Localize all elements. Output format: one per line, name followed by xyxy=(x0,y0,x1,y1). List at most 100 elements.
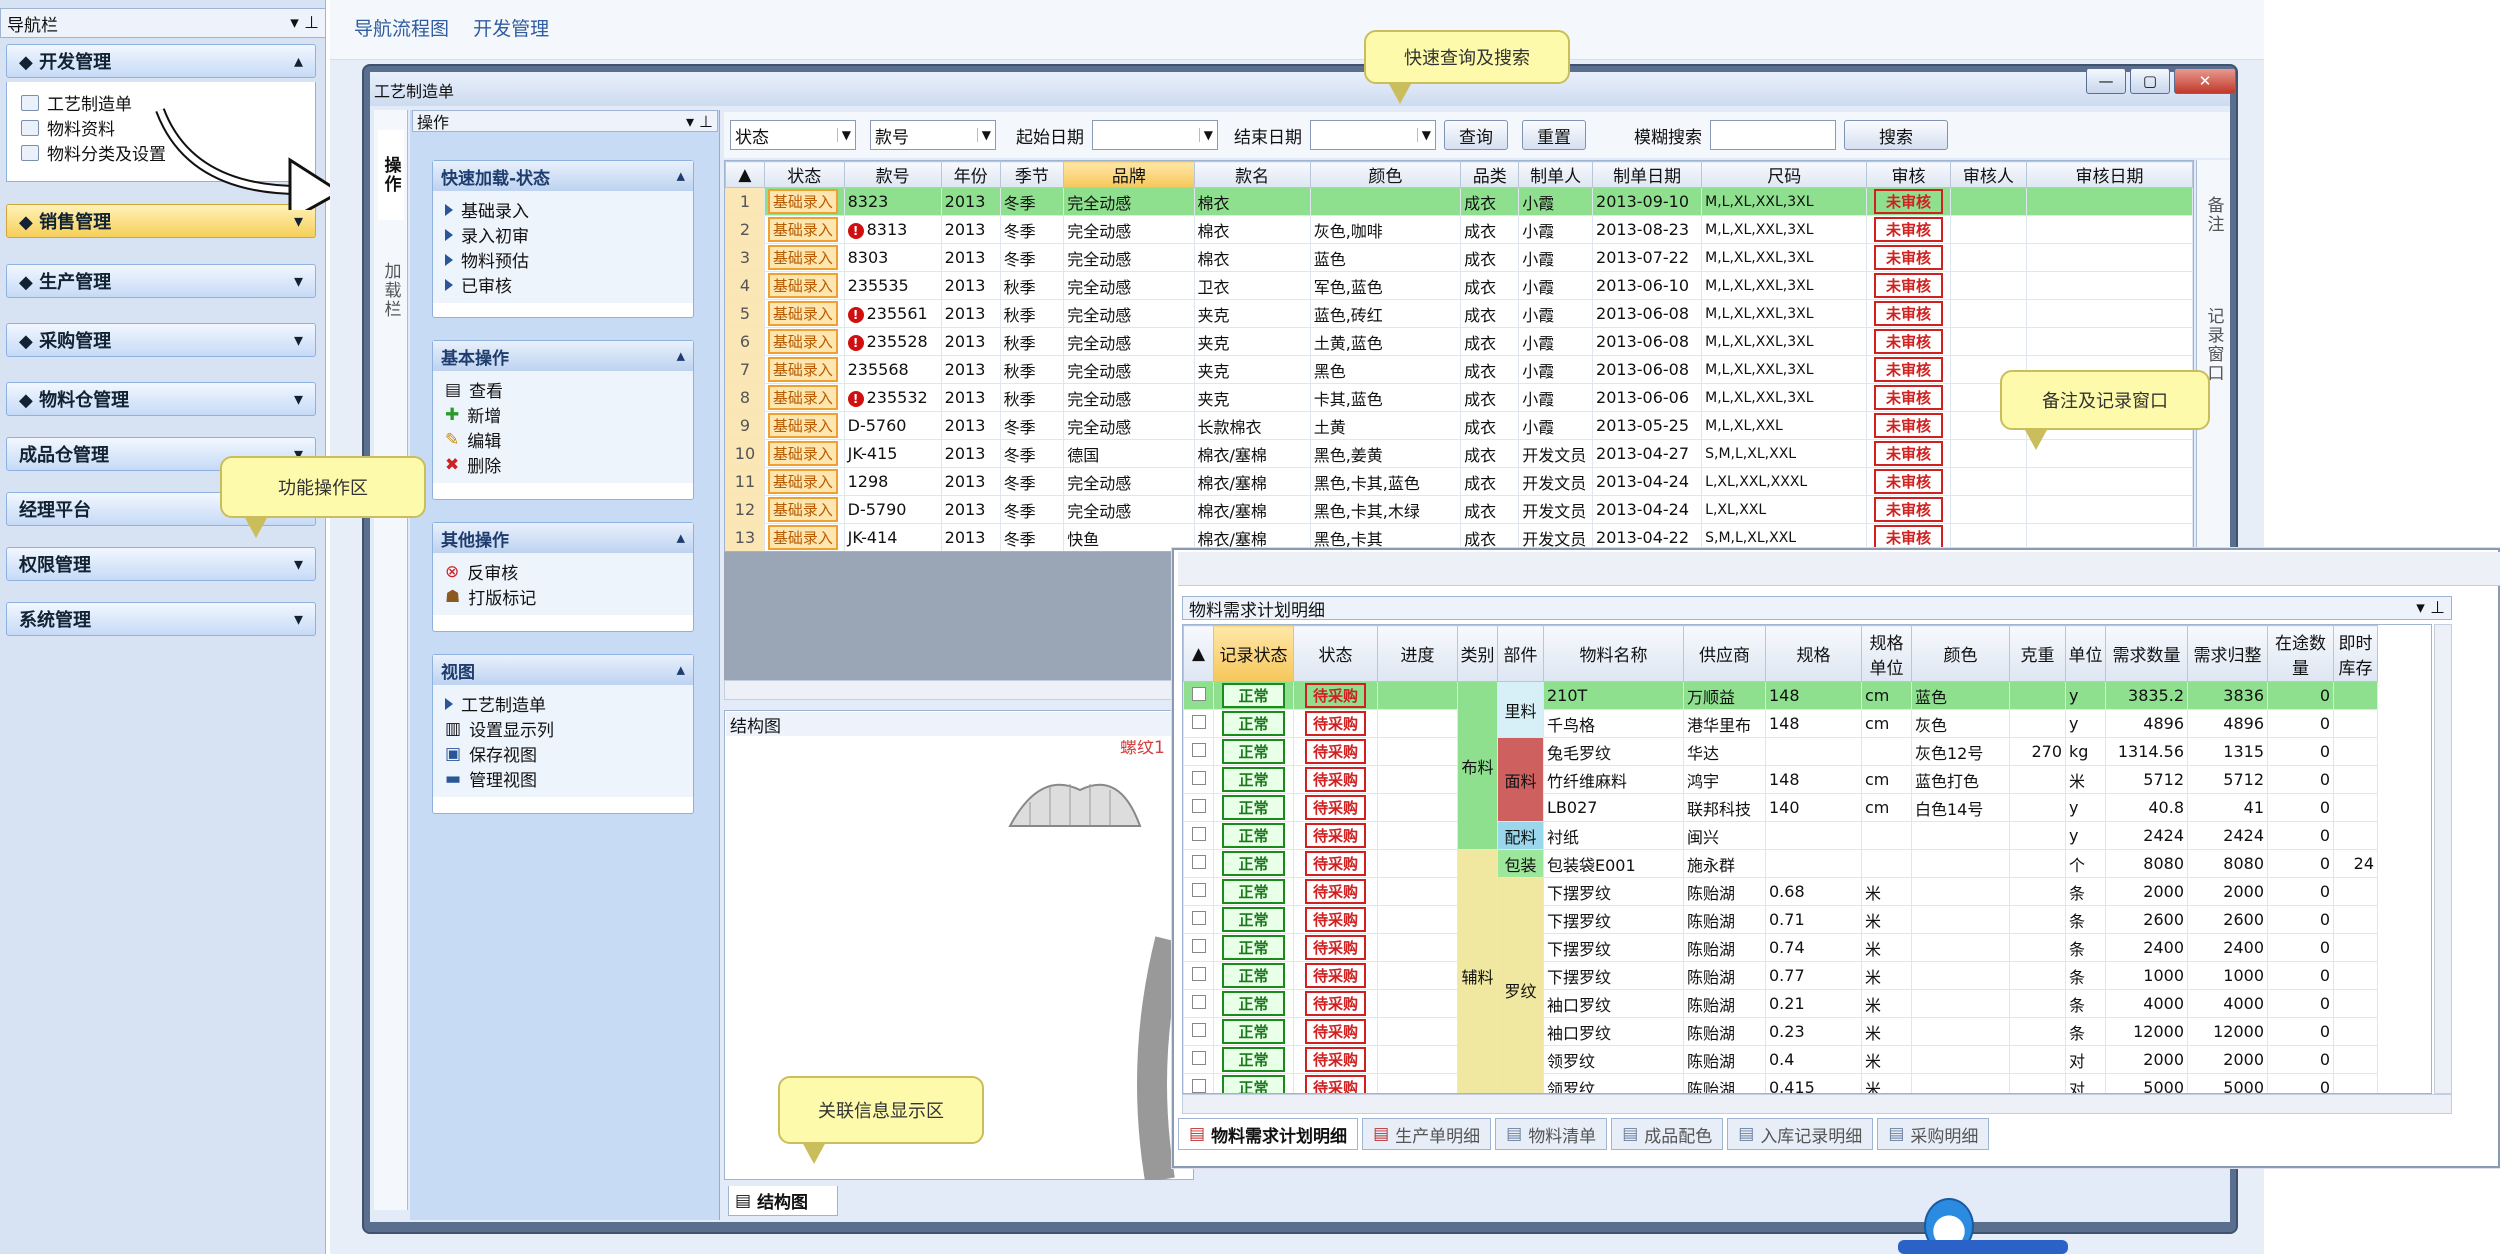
quick-initial-review[interactable]: 录入初审 xyxy=(445,222,681,247)
column-header[interactable]: 年份 xyxy=(940,161,1001,188)
collapse-icon[interactable]: ▴ xyxy=(676,660,685,680)
column-header[interactable]: 记录状态 xyxy=(1213,625,1294,682)
column-header[interactable]: 制单人 xyxy=(1518,161,1594,188)
table-row[interactable]: 9 基础录入 D-5760 2013 冬季 完全动感 长款棉衣 土黄 成衣 小霞 2013-05-2… xyxy=(725,411,2193,440)
tab-0[interactable]: ▤ 物料需求计划明细 xyxy=(1178,1118,1359,1150)
column-header[interactable]: 物料名称 xyxy=(1543,625,1684,682)
column-header[interactable]: 尺码 xyxy=(1701,161,1868,188)
row-checkbox[interactable] xyxy=(1183,933,1214,962)
table-row[interactable]: 1 基础录入 8323 2013 冬季 完全动感 棉衣 成衣 小霞 2013-09-10 M,L,X… xyxy=(725,187,2193,216)
table-row[interactable]: 正常 待采购 袖口罗纹 陈贻湖 0.21 米条 4000 4000 0 xyxy=(1183,989,2378,1018)
column-header[interactable]: 审核 xyxy=(1866,161,1951,188)
row-checkbox[interactable] xyxy=(1183,1045,1214,1074)
view-button[interactable]: ▤ 查看 xyxy=(445,377,681,403)
breadcrumb-dev[interactable]: 开发管理 xyxy=(473,18,549,40)
table-row[interactable]: 正常 待采购 LB027 联邦科技 140 cm 白色14号 y 40.8 41 0 xyxy=(1183,793,2378,822)
table-row[interactable]: 5 基础录入! 235561 2013 秋季 完全动感 夹克 蓝色,砖红 成衣 小霞 2013-06… xyxy=(725,299,2193,328)
table-row[interactable]: 6 基础录入! 235528 2013 秋季 完全动感 夹克 土黄,蓝色 成衣 小霞 2013-06… xyxy=(725,327,2193,356)
end-date-input[interactable]: ▼ xyxy=(1310,120,1436,150)
popup-scrollbar[interactable] xyxy=(1178,552,2500,586)
column-header[interactable]: 规格单位 xyxy=(1861,625,1912,682)
tab-ops[interactable]: 操作 xyxy=(378,130,404,220)
nav-dev[interactable]: ◆ 开发管理 ▴ xyxy=(6,44,316,78)
row-checkbox[interactable] xyxy=(1183,681,1214,710)
collapse-icon[interactable]: ▴ xyxy=(676,346,685,366)
row-selector-icon[interactable]: ▲ xyxy=(1183,625,1214,682)
column-header[interactable]: 品牌 xyxy=(1063,161,1195,188)
row-checkbox[interactable] xyxy=(1183,877,1214,906)
table-row[interactable]: 8 基础录入! 235532 2013 秋季 完全动感 夹克 卡其,蓝色 成衣 小霞 2013-06… xyxy=(725,383,2193,412)
column-header[interactable]: 季节 xyxy=(999,161,1065,188)
table-row[interactable]: 正常 待采购 配料 衬纸 闽兴 y 2424 2424 0 xyxy=(1183,821,2378,850)
horizontal-scrollbar[interactable] xyxy=(724,680,1194,700)
nav-warehouse[interactable]: ◆ 物料仓管理 ▾ xyxy=(6,382,316,416)
table-row[interactable]: 7 基础录入 235568 2013 秋季 完全动感 夹克 黑色 成衣 小霞 2013-06-08 M… xyxy=(725,355,2193,384)
table-row[interactable]: 正常 待采购 下摆罗纹 陈贻湖 0.77 米条 1000 1000 0 xyxy=(1183,961,2378,990)
table-row[interactable]: 11 基础录入 1298 2013 冬季 完全动感 棉衣/塞棉 黑色,卡其,蓝色 成衣 开发文员 2… xyxy=(725,467,2193,496)
table-row[interactable]: 2 基础录入! 8313 2013 冬季 完全动感 棉衣 灰色,咖啡 成衣 小霞 2013-08-2… xyxy=(725,215,2193,244)
row-checkbox[interactable] xyxy=(1183,1017,1214,1046)
column-header[interactable]: 款名 xyxy=(1193,161,1311,188)
column-header[interactable]: 审核日期 xyxy=(2026,161,2193,188)
row-checkbox[interactable] xyxy=(1183,821,1214,850)
tab-3[interactable]: ▤ 成品配色 xyxy=(1611,1118,1724,1150)
tab-load[interactable]: 加载栏 xyxy=(378,240,404,340)
table-row[interactable]: 正常 待采购 领罗纹 陈贻湖 0.4 米对 2000 2000 0 xyxy=(1183,1045,2378,1074)
tab-1[interactable]: ▤ 生产单明细 xyxy=(1362,1118,1492,1150)
close-icon[interactable]: ✕ xyxy=(2174,68,2236,94)
quick-basic-entry[interactable]: 基础录入 xyxy=(445,197,681,222)
reset-button[interactable]: 重置 xyxy=(1522,120,1586,150)
row-checkbox[interactable] xyxy=(1183,849,1214,878)
row-selector-icon[interactable]: ▲ xyxy=(725,161,765,188)
column-header[interactable]: 进度 xyxy=(1377,625,1458,682)
column-header[interactable]: 款号 xyxy=(843,161,942,188)
vertical-scrollbar[interactable] xyxy=(2434,624,2452,1094)
column-header[interactable]: 颜色 xyxy=(1309,161,1462,188)
manage-view-button[interactable]: ▬ 管理视图 xyxy=(445,766,681,792)
row-checkbox[interactable] xyxy=(1183,765,1214,794)
table-row[interactable]: 正常 待采购 辅料 包装 包装袋E001 施永群个 8080 8080 0 24 xyxy=(1183,849,2378,1093)
set-columns-button[interactable]: ▥ 设置显示列 xyxy=(445,716,681,742)
column-header[interactable]: 品类 xyxy=(1460,161,1520,188)
column-header[interactable]: 单位 xyxy=(2065,625,2106,682)
column-header[interactable]: 颜色 xyxy=(1911,625,2010,682)
row-checkbox[interactable] xyxy=(1183,1073,1214,1093)
row-checkbox[interactable] xyxy=(1183,709,1214,738)
tab-structure[interactable]: ▤ 结构图 xyxy=(728,1186,838,1216)
style-select[interactable]: 款号 ▼ xyxy=(870,120,996,150)
row-checkbox[interactable] xyxy=(1183,737,1214,766)
save-view-button[interactable]: ▣ 保存视图 xyxy=(445,741,681,767)
delete-button[interactable]: ✖ 删除 xyxy=(445,452,681,478)
column-header[interactable]: 状态 xyxy=(1293,625,1378,682)
breadcrumb-flow[interactable]: 导航流程图 xyxy=(354,18,449,40)
add-button[interactable]: ✚ 新增 xyxy=(445,402,681,428)
pin-icon[interactable]: ▾ ⊥ xyxy=(686,112,713,131)
nav-production[interactable]: ◆ 生产管理 ▾ xyxy=(6,264,316,298)
tab-2[interactable]: ▤ 物料清单 xyxy=(1495,1118,1608,1150)
column-header[interactable]: 审核人 xyxy=(1949,161,2028,188)
column-header[interactable]: 需求数量 xyxy=(2105,625,2188,682)
table-row[interactable]: 4 基础录入 235535 2013 秋季 完全动感 卫衣 军色,蓝色 成衣 小霞 2013-06-… xyxy=(725,271,2193,300)
column-header[interactable]: 部件 xyxy=(1497,625,1544,682)
start-date-input[interactable]: ▼ xyxy=(1092,120,1218,150)
collapse-icon[interactable]: ▴ xyxy=(676,528,685,548)
column-header[interactable]: 制单日期 xyxy=(1592,161,1703,188)
table-row[interactable]: 正常 待采购 领罗纹 陈贻湖 0.415 米对 5000 5000 0 xyxy=(1183,1073,2378,1093)
column-header[interactable]: 类别 xyxy=(1457,625,1498,682)
row-checkbox[interactable] xyxy=(1183,793,1214,822)
horizontal-scrollbar[interactable] xyxy=(1182,1094,2452,1114)
table-row[interactable]: 正常 待采购 布料 里料 210T 万顺益 148 cm 蓝色 y 3835.2 3836 0 xyxy=(1183,681,2378,850)
pin-icon[interactable]: ▾ ⊥ xyxy=(290,13,319,33)
query-button[interactable]: 查询 xyxy=(1444,120,1508,150)
quick-reviewed[interactable]: 已审核 xyxy=(445,272,681,297)
tab-note[interactable]: 备注 xyxy=(2201,170,2227,260)
column-header[interactable]: 克重 xyxy=(2009,625,2066,682)
table-row[interactable]: 正常 待采购 下摆罗纹 陈贻湖 0.71 米条 2600 2600 0 xyxy=(1183,905,2378,934)
row-checkbox[interactable] xyxy=(1183,961,1214,990)
row-checkbox[interactable] xyxy=(1183,989,1214,1018)
search-button[interactable]: 搜索 xyxy=(1844,120,1948,150)
row-checkbox[interactable] xyxy=(1183,905,1214,934)
table-row[interactable]: 正常 待采购 罗纹 下摆罗纹 陈贻湖 0.68 米条 2000 2000 0 xyxy=(1183,877,2378,1093)
sample-mark-button[interactable]: ☗ 打版标记 xyxy=(445,584,681,610)
table-row[interactable]: 10 基础录入 JK-415 2013 冬季 德国 棉衣/塞棉 黑色,姜黄 成衣 开发文员 2013… xyxy=(725,439,2193,468)
